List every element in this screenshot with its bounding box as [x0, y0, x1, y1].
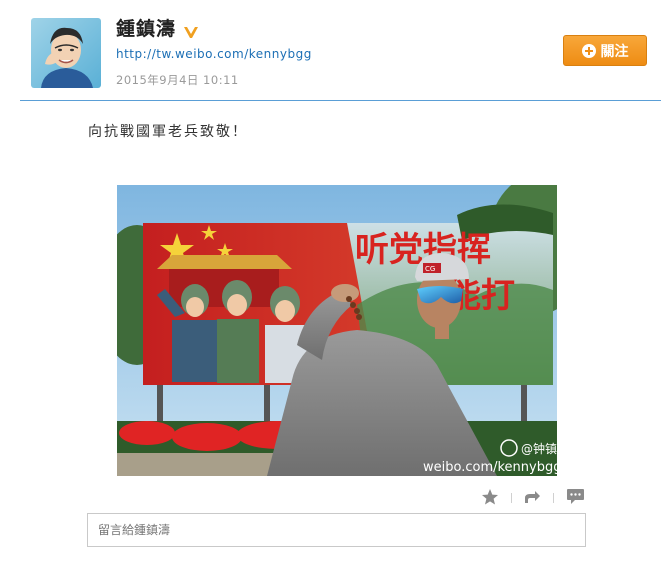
follow-label: 關注: [600, 43, 629, 60]
profile-link[interactable]: http://tw.weibo.com/kennybgg: [116, 47, 312, 61]
action-separator: [553, 493, 554, 503]
follow-button[interactable]: 關注: [563, 35, 647, 66]
action-separator: [511, 493, 512, 503]
post-text: 向抗戰國軍老兵致敬！: [88, 124, 248, 140]
verified-icon: [184, 27, 198, 38]
post-actions: [477, 488, 587, 508]
avatar[interactable]: [31, 18, 101, 88]
cap-logo: CG: [425, 265, 435, 273]
watermark-handle: @钟镇涛: [521, 441, 557, 456]
post-timestamp: 2015年9月4日 10:11: [116, 73, 239, 87]
star-icon[interactable]: [481, 488, 499, 506]
header-divider: [20, 100, 661, 101]
comment-input[interactable]: [87, 513, 586, 547]
comment-icon[interactable]: [566, 488, 585, 505]
author-name[interactable]: 鍾鎮濤: [116, 16, 176, 42]
post-photo[interactable]: 听党指挥 能打 CG @钟镇涛 weibo.com/kennyb: [117, 185, 557, 476]
plus-icon: [581, 43, 596, 58]
watermark-url: weibo.com/kennybgg: [423, 460, 557, 475]
post-header: 鍾鎮濤 http://tw.weibo.com/kennybgg 2015年9月…: [0, 0, 671, 101]
repost-icon[interactable]: [523, 488, 541, 506]
